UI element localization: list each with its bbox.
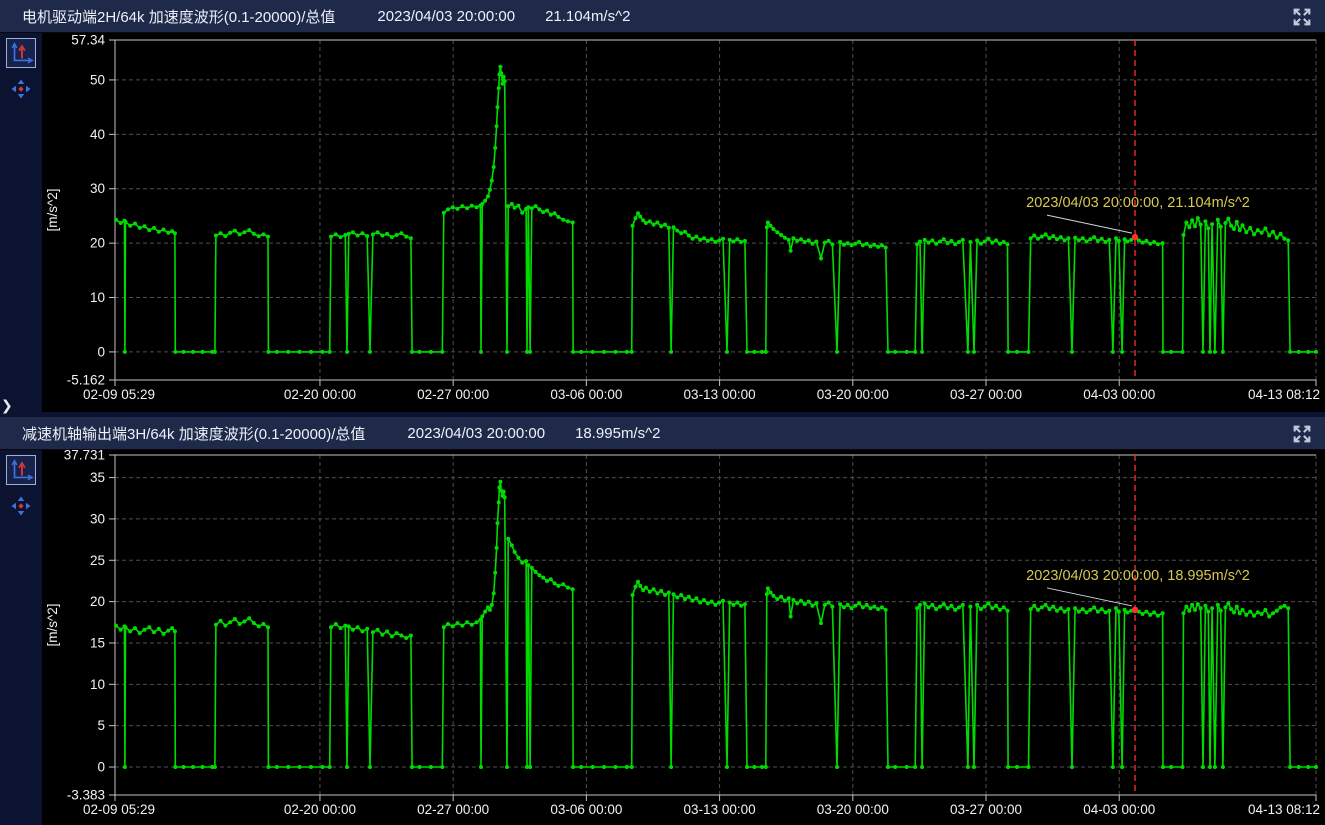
svg-text:20: 20 [90,236,105,251]
chart-toolbar [0,450,42,825]
svg-text:03-13 00:00: 03-13 00:00 [684,387,756,402]
svg-text:5: 5 [97,718,105,733]
svg-text:03-27 00:00: 03-27 00:00 [950,802,1022,817]
svg-text:02-09 05:29: 02-09 05:29 [83,802,155,817]
svg-text:37.731: 37.731 [64,450,105,463]
svg-text:02-27 00:00: 02-27 00:00 [417,802,489,817]
trend-chart-canvas[interactable]: 37.731 -3.383 0 5 10 15 20 25 30 35 02-09 05:29 02-… [42,450,1325,825]
svg-text:57.34: 57.34 [71,33,105,48]
svg-text:04-13 08:12: 04-13 08:12 [1248,387,1320,402]
collapse-chevron-icon[interactable]: ❯ [1,398,13,412]
chart-toolbar [0,33,42,412]
svg-text:35: 35 [90,470,105,485]
svg-text:40: 40 [90,127,105,142]
svg-text:03-27 00:00: 03-27 00:00 [950,387,1022,402]
pan-move-icon[interactable] [11,496,31,516]
svg-text:[m/s^2]: [m/s^2] [45,188,60,231]
svg-text:03-20 00:00: 03-20 00:00 [817,387,889,402]
maximize-icon[interactable] [1291,6,1313,28]
chart-row: 57.34 -5.162 0 10 20 30 40 50 02-09 05:29 02-20 0… [0,33,1325,412]
svg-text:30: 30 [90,181,105,196]
svg-text:04-03 00:00: 04-03 00:00 [1083,387,1155,402]
svg-text:04-03 00:00: 04-03 00:00 [1083,802,1155,817]
panel-header: 电机驱动端2H/64k 加速度波形(0.1-20000)/总值 2023/04/… [0,0,1325,33]
autoscale-axis-icon[interactable] [6,455,36,485]
measurement-point-title: 减速机轴输出端3H/64k 加速度波形(0.1-20000)/总值 [22,423,365,444]
svg-text:[m/s^2]: [m/s^2] [45,603,60,646]
pan-move-icon[interactable] [11,79,31,99]
panel-gearbox-output-end: 减速机轴输出端3H/64k 加速度波形(0.1-20000)/总值 2023/0… [0,417,1325,825]
svg-text:02-27 00:00: 02-27 00:00 [417,387,489,402]
cursor-value: 21.104m/s^2 [545,8,630,25]
svg-text:-5.162: -5.162 [67,373,105,388]
svg-text:0: 0 [97,344,105,359]
svg-text:02-09 05:29: 02-09 05:29 [83,387,155,402]
svg-text:50: 50 [90,72,105,87]
svg-text:30: 30 [90,511,105,526]
svg-text:0: 0 [97,760,105,775]
svg-text:03-13 00:00: 03-13 00:00 [684,802,756,817]
svg-text:2023/04/03 20:00:00, 18.995m/s: 2023/04/03 20:00:00, 18.995m/s^2 [1026,568,1250,584]
cursor-value: 18.995m/s^2 [575,425,660,442]
trend-chart-canvas[interactable]: 57.34 -5.162 0 10 20 30 40 50 02-09 05:29 02-20 0… [42,33,1325,412]
svg-text:02-20 00:00: 02-20 00:00 [284,387,356,402]
svg-text:10: 10 [90,677,105,692]
svg-text:2023/04/03 20:00:00, 21.104m/s: 2023/04/03 20:00:00, 21.104m/s^2 [1026,195,1250,211]
svg-text:03-06 00:00: 03-06 00:00 [550,802,622,817]
chart-row: 37.731 -3.383 0 5 10 15 20 25 30 35 02-09 05:29 02-… [0,450,1325,825]
svg-text:-3.383: -3.383 [67,788,105,803]
svg-text:15: 15 [90,635,105,650]
svg-text:03-20 00:00: 03-20 00:00 [817,802,889,817]
panel-motor-drive-end: 电机驱动端2H/64k 加速度波形(0.1-20000)/总值 2023/04/… [0,0,1325,412]
autoscale-axis-icon[interactable] [6,38,36,68]
cursor-timestamp: 2023/04/03 20:00:00 [407,425,545,442]
svg-text:02-20 00:00: 02-20 00:00 [284,802,356,817]
maximize-icon[interactable] [1291,423,1313,445]
cursor-timestamp: 2023/04/03 20:00:00 [377,8,515,25]
measurement-point-title: 电机驱动端2H/64k 加速度波形(0.1-20000)/总值 [22,6,335,27]
vibration-monitor-app: 电机驱动端2H/64k 加速度波形(0.1-20000)/总值 2023/04/… [0,0,1325,825]
svg-text:10: 10 [90,290,105,305]
svg-text:25: 25 [90,553,105,568]
panel-header: 减速机轴输出端3H/64k 加速度波形(0.1-20000)/总值 2023/0… [0,417,1325,450]
svg-text:03-06 00:00: 03-06 00:00 [550,387,622,402]
svg-text:04-13 08:12: 04-13 08:12 [1248,802,1320,817]
svg-text:20: 20 [90,594,105,609]
